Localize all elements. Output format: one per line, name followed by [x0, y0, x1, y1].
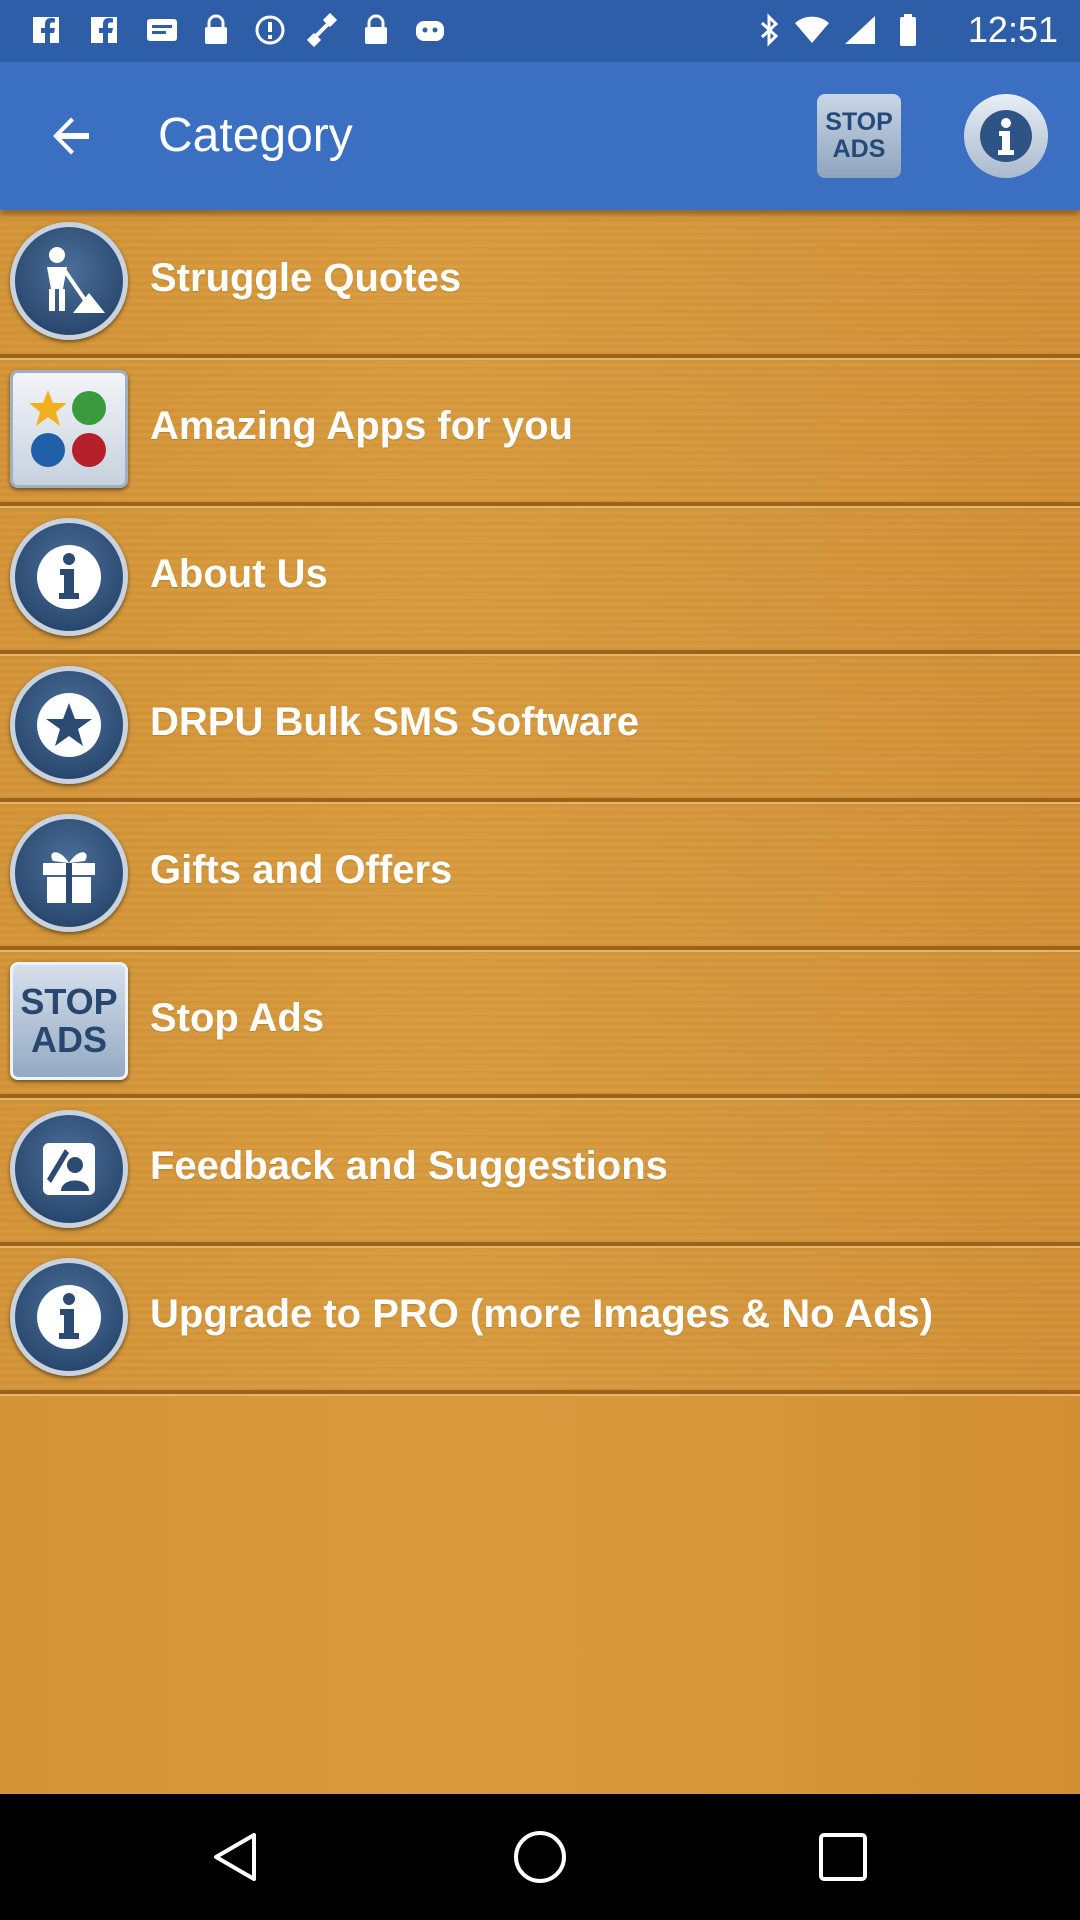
stop-ads-line1: STOP — [825, 108, 893, 136]
android-icon — [410, 10, 450, 50]
message-icon — [142, 10, 182, 50]
list-item-about-us[interactable]: About Us — [0, 506, 1080, 654]
stop-ads-icon: STOP ADS — [10, 962, 128, 1080]
stop-ads-button[interactable]: STOP ADS — [817, 94, 901, 178]
list-item-label: Stop Ads — [150, 996, 325, 1040]
page-title: Category — [158, 109, 353, 162]
info-button[interactable] — [964, 94, 1048, 178]
lock-icon — [196, 10, 236, 50]
app-bar: Category STOP ADS — [0, 62, 1080, 210]
info-icon — [980, 110, 1032, 162]
navigation-bar — [0, 1794, 1080, 1920]
back-icon — [214, 1833, 256, 1881]
arrow-left-icon — [53, 117, 89, 155]
stop-ads-icon-line1: STOP — [20, 981, 118, 1022]
list-item-label: Struggle Quotes — [150, 256, 462, 300]
nav-back-button[interactable] — [196, 1822, 276, 1892]
bluetooth-icon — [750, 10, 790, 50]
wifi-icon — [792, 10, 832, 50]
stop-ads-line2: ADS — [832, 135, 886, 163]
info-icon — [10, 518, 128, 636]
status-bar: 12:51 — [0, 0, 1080, 62]
struggle-worker-icon — [10, 222, 128, 340]
nav-home-button[interactable] — [500, 1822, 580, 1892]
info-icon — [10, 1258, 128, 1376]
nav-recents-button[interactable] — [803, 1822, 883, 1892]
list-item-label: Feedback and Suggestions — [150, 1144, 668, 1188]
feedback-icon — [10, 1110, 128, 1228]
list-item-struggle-quotes[interactable]: Struggle Quotes — [0, 210, 1080, 358]
status-time: 12:51 — [967, 9, 1058, 50]
star-icon — [10, 666, 128, 784]
list-item-upgrade-pro[interactable]: Upgrade to PRO (more Images & No Ads) — [0, 1246, 1080, 1394]
battery-icon — [888, 10, 928, 50]
list-item-label: About Us — [150, 552, 328, 596]
list-item-label: DRPU Bulk SMS Software — [150, 700, 639, 744]
gift-icon — [10, 814, 128, 932]
facebook-icon — [84, 10, 124, 50]
list-item-stop-ads[interactable]: STOP ADS Stop Ads — [0, 950, 1080, 1098]
list-item-label: Amazing Apps for you — [150, 404, 573, 448]
lock-icon — [356, 10, 396, 50]
list-item-feedback[interactable]: Feedback and Suggestions — [0, 1098, 1080, 1246]
list-item-label: Gifts and Offers — [150, 848, 453, 892]
back-button[interactable] — [36, 106, 106, 166]
home-icon — [514, 1831, 566, 1883]
signal-icon — [840, 10, 880, 50]
facebook-icon — [26, 10, 66, 50]
list-item-gifts-offers[interactable]: Gifts and Offers — [0, 802, 1080, 950]
list-item-label: Upgrade to PRO (more Images & No Ads) — [150, 1292, 934, 1336]
list-item-amazing-apps[interactable]: Amazing Apps for you — [0, 358, 1080, 506]
disturb-icon — [250, 10, 290, 50]
fake-gps-icon — [302, 10, 342, 50]
stop-ads-icon-line2: ADS — [30, 1019, 107, 1060]
list-item-drpu-bulk-sms[interactable]: DRPU Bulk SMS Software — [0, 654, 1080, 802]
category-list: Struggle Quotes Amazing Apps for you Abo… — [0, 210, 1080, 1794]
recents-icon — [819, 1833, 867, 1881]
apps-grid-icon — [10, 370, 128, 488]
